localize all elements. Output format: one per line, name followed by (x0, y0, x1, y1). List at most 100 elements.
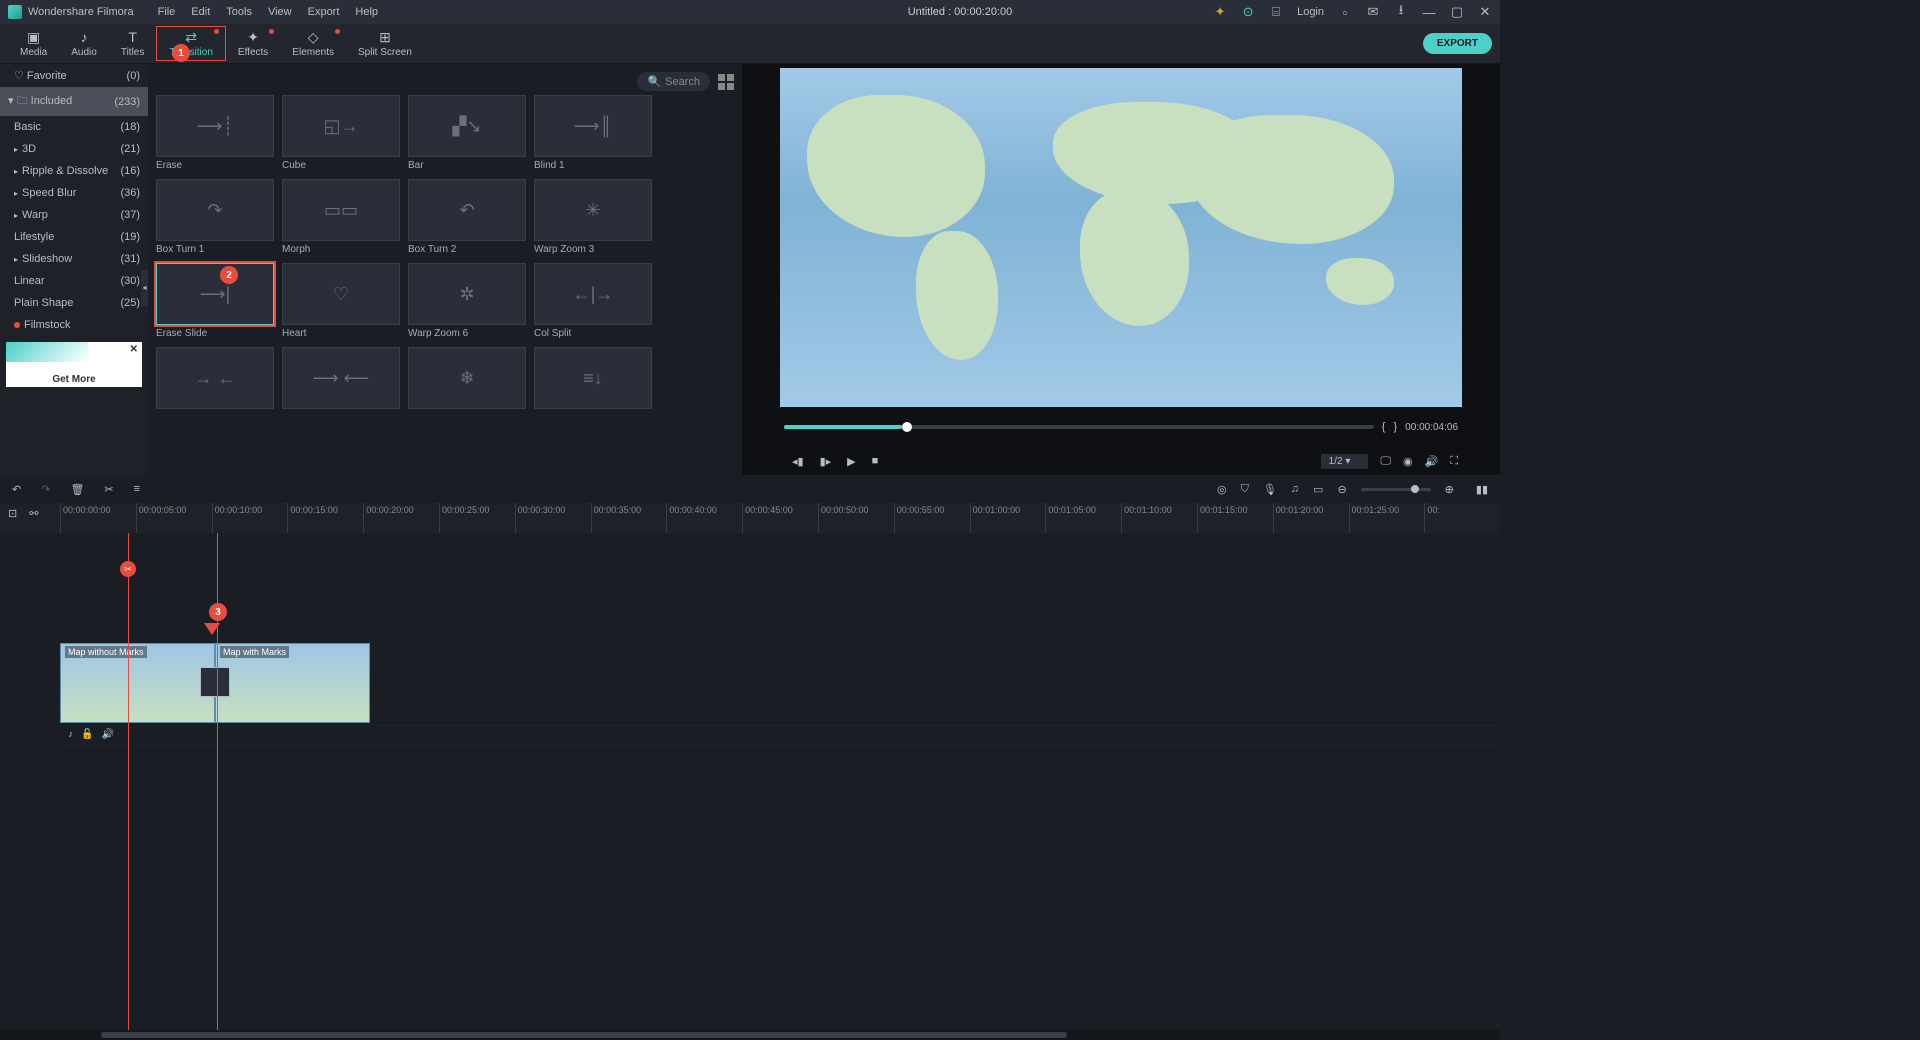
sidebar-plain-shape[interactable]: Plain Shape(25) (0, 292, 148, 314)
ripple-icon[interactable]: ⊡ (8, 507, 17, 520)
transition-blind1[interactable]: ⟶║Blind 1 (534, 95, 652, 171)
play-back-icon[interactable]: ▮▸ (820, 455, 832, 468)
search-input[interactable]: 🔍 Search (637, 72, 710, 91)
preview-video[interactable] (780, 68, 1462, 407)
get-more-banner[interactable]: Get More✕ (6, 342, 142, 387)
progress-bar[interactable] (784, 425, 1374, 429)
sidebar-linear[interactable]: Linear(30) (0, 270, 148, 292)
undo-icon[interactable]: ↶ (12, 483, 21, 496)
volume-icon[interactable]: 🔊 (1425, 455, 1439, 468)
monitor-icon[interactable]: 🖵 (1380, 455, 1391, 468)
transition-boxturn1[interactable]: ↷Box Turn 1 (156, 179, 274, 255)
bracket-open-icon[interactable]: { (1382, 421, 1386, 433)
sidebar-warp[interactable]: ▸Warp(37) (0, 204, 148, 226)
sidebar-ripple[interactable]: ▸Ripple & Dissolve(16) (0, 160, 148, 182)
media-icon: ▣ (27, 29, 40, 45)
clip-1[interactable]: Map without Marks (60, 643, 215, 723)
collapse-sidebar-icon[interactable]: ◂ (141, 270, 148, 306)
sidebar-lifestyle[interactable]: Lifestyle(19) (0, 226, 148, 248)
menu-edit[interactable]: Edit (191, 6, 210, 18)
clip-2[interactable]: Map with Marks (215, 643, 370, 723)
transition-morph[interactable]: ▭▭Morph (282, 179, 400, 255)
lock-audio-icon[interactable]: 🔓 (81, 729, 93, 740)
playhead[interactable]: ✂ (128, 533, 129, 1030)
export-button[interactable]: EXPORT (1423, 33, 1492, 54)
tab-elements[interactable]: ◇Elements (280, 27, 346, 60)
redo-icon[interactable]: ↷ (41, 483, 50, 496)
mic-icon[interactable]: 🎙 (1263, 483, 1277, 496)
transition-colsplit[interactable]: ←|→Col Split (534, 263, 652, 339)
settings-icon[interactable]: ≡ (134, 483, 140, 495)
transition-cube[interactable]: ◱→Cube (282, 95, 400, 171)
sidebar-speed-blur[interactable]: ▸Speed Blur(36) (0, 182, 148, 204)
shield-icon[interactable]: ⛉ (1241, 483, 1249, 496)
tab-split-screen[interactable]: ⊞Split Screen (346, 27, 424, 60)
login-link[interactable]: Login (1297, 6, 1324, 18)
delete-icon[interactable]: 🗑 (70, 483, 84, 496)
transition-erase-slide[interactable]: ⟶|Erase Slide (156, 263, 274, 339)
menu-help[interactable]: Help (355, 6, 378, 18)
cut-icon[interactable]: ✂ (104, 483, 113, 496)
sidebar-included[interactable]: ▾ 🗀 Included(233) (0, 87, 148, 116)
maximize-icon[interactable]: ▢ (1450, 5, 1464, 19)
transition-item-13[interactable]: → ← (156, 347, 274, 409)
zoom-select[interactable]: 1/2 ▾ (1321, 454, 1369, 469)
stop-icon[interactable]: ■ (872, 455, 879, 468)
prev-frame-icon[interactable]: ◂▮ (792, 455, 804, 468)
transition-bar[interactable]: ▞↘Bar (408, 95, 526, 171)
close-icon[interactable]: ✕ (1478, 5, 1492, 19)
sidebar-favorite[interactable]: ♡ Favorite(0) (0, 64, 148, 87)
frame-icon[interactable]: ▭ (1313, 483, 1323, 496)
tab-audio[interactable]: ♪Audio (59, 27, 109, 60)
transition-item-15[interactable]: ❄ (408, 347, 526, 409)
timeline-scrollbar[interactable] (0, 1030, 1500, 1040)
mute-icon[interactable]: 🔊 (101, 729, 113, 740)
transition-warpzoom6[interactable]: ✲Warp Zoom 6 (408, 263, 526, 339)
zoom-out-icon[interactable]: ⊖ (1337, 483, 1346, 496)
play-controls-row: ◂▮ ▮▸ ▶ ■ 1/2 ▾ 🖵 ◉ 🔊 ⛶ (780, 447, 1462, 475)
close-banner-icon[interactable]: ✕ (130, 344, 138, 355)
transition-item-14[interactable]: ⟶ ⟵ (282, 347, 400, 409)
mail-icon[interactable]: ✉ (1366, 5, 1380, 19)
menu-tools[interactable]: Tools (226, 6, 252, 18)
audio-track[interactable]: ♪🔓🔊 (60, 723, 1500, 751)
headset-icon[interactable]: ⊙ (1241, 5, 1255, 19)
grid-view-icon[interactable] (718, 74, 734, 90)
menu-file[interactable]: File (158, 6, 176, 18)
music-icon[interactable]: ♫ (1291, 483, 1299, 495)
zoom-slider[interactable] (1361, 488, 1431, 491)
transition-heart[interactable]: ♡Heart (282, 263, 400, 339)
playhead-scissors-icon[interactable]: ✂ (120, 561, 136, 577)
bulb-icon[interactable]: ✦ (1213, 5, 1227, 19)
menu-export[interactable]: Export (308, 6, 340, 18)
marker-icon[interactable]: ◎ (1217, 483, 1227, 496)
download-icon[interactable]: ⭳ (1394, 5, 1408, 19)
gift-icon[interactable]: ⌸ (1269, 5, 1283, 19)
link-icon[interactable]: ⚯ (29, 507, 38, 520)
snapshot-icon[interactable]: ◉ (1403, 455, 1413, 468)
zoom-in-icon[interactable]: ⊕ (1445, 483, 1454, 496)
video-track[interactable]: ▣🔓👁 Map without Marks Map with Marks (60, 643, 1500, 723)
sidebar-filmstock[interactable]: Filmstock (0, 314, 148, 336)
timeline-ruler[interactable]: ⊡ ⚯ 00:00:00:0000:00:05:0000:00:10:0000:… (0, 503, 1500, 533)
menu-view[interactable]: View (268, 6, 292, 18)
minimize-icon[interactable]: — (1422, 5, 1436, 19)
tab-titles[interactable]: TTitles (109, 27, 157, 60)
tab-effects[interactable]: ✦Effects (226, 27, 280, 60)
tab-transition[interactable]: ⇄Transition (156, 26, 226, 61)
transition-warpzoom3[interactable]: ✳Warp Zoom 3 (534, 179, 652, 255)
fullscreen-icon[interactable]: ⛶ (1450, 455, 1458, 468)
play-icon[interactable]: ▶ (847, 455, 855, 468)
sidebar-3d[interactable]: ▸3D(21) (0, 138, 148, 160)
sidebar-basic[interactable]: Basic(18) (0, 116, 148, 138)
sidebar-slideshow[interactable]: ▸Slideshow(31) (0, 248, 148, 270)
save-icon[interactable]: ▫ (1338, 5, 1352, 19)
tab-media[interactable]: ▣Media (8, 27, 59, 60)
transition-item-16[interactable]: ≡↓ (534, 347, 652, 409)
transition-panel: ◂ 🔍 Search ⟶┊Erase ◱→Cube ▞↘Bar ⟶║Blind … (148, 64, 742, 475)
transition-marker[interactable] (200, 667, 230, 697)
transition-erase[interactable]: ⟶┊Erase (156, 95, 274, 171)
transition-boxturn2[interactable]: ↶Box Turn 2 (408, 179, 526, 255)
bracket-close-icon[interactable]: } (1393, 421, 1397, 433)
fit-icon[interactable]: ▮▮ (1476, 483, 1488, 496)
